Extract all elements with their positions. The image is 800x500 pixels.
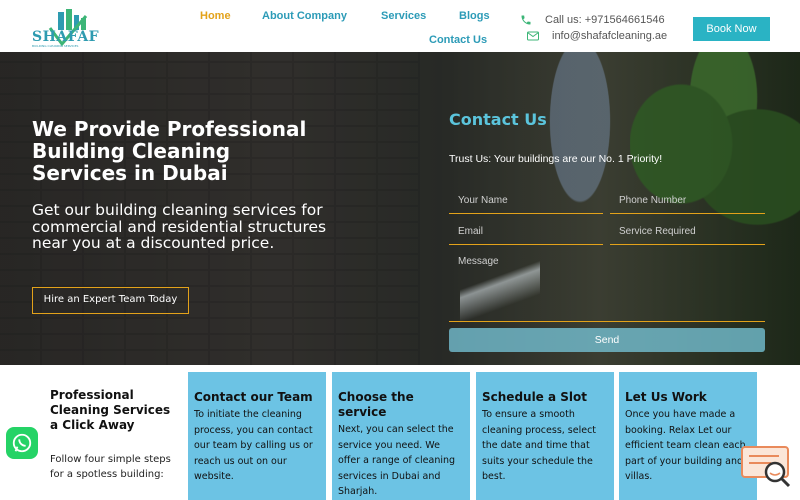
name-field[interactable] [449,188,603,214]
nav-home[interactable]: Home [200,10,231,22]
phone-icon [521,15,531,25]
site-header: SHAFAF BUILDING CLEANING SERVICES Home A… [0,0,800,52]
hero-section: We Provide Professional Building Cleanin… [0,52,800,365]
step-card-body: To ensure a smooth cleaning process, sel… [482,409,597,482]
whatsapp-icon[interactable] [6,427,38,459]
brand-tagline: BUILDING CLEANING SERVICES [32,44,79,48]
service-field[interactable] [610,219,765,245]
form-tagline: Trust Us: Your buildings are our No. 1 P… [449,153,663,165]
step-card-work: Let Us Work Once you have made a booking… [619,372,757,500]
nav-services[interactable]: Services [381,10,426,22]
trees-background [630,52,800,282]
hero-subtitle: Get our building cleaning services for c… [32,201,327,252]
send-button[interactable]: Send [449,328,765,352]
step-card-title: Schedule a Slot [482,390,588,404]
hire-expert-button[interactable]: Hire an Expert Team Today [32,287,189,314]
envelope-icon [527,31,539,41]
message-field[interactable] [449,250,765,322]
contact-phone[interactable]: Call us: +971564661546 [545,14,665,26]
step-card-choose: Choose the service Next, you can select … [332,372,470,500]
book-now-button[interactable]: Book Now [693,17,770,41]
step-card-schedule: Schedule a Slot To ensure a smooth clean… [476,372,614,500]
nav-blogs[interactable]: Blogs [459,10,490,22]
brand-name: SHAFAF [32,29,100,45]
step-card-contact: Contact our Team To initiate the cleanin… [188,372,326,500]
step-card-body: To initiate the cleaning process, you ca… [194,409,313,482]
step-card-title: Let Us Work [625,390,707,404]
contact-email[interactable]: info@shafafcleaning.ae [552,30,667,42]
hero-title: We Provide Professional Building Cleanin… [32,117,307,185]
step-card-body: Next, you can select the service you nee… [338,424,456,497]
form-title: Contact Us [449,110,547,129]
steps-intro-body: Follow four simple steps for a spotless … [50,454,171,480]
whatsapp-glyph-icon [12,433,32,453]
nav-about[interactable]: About Company [262,10,347,22]
step-card-body: Once you have made a booking. Relax Let … [625,409,746,482]
email-field[interactable] [449,219,603,245]
nav-contact[interactable]: Contact Us [429,34,487,46]
chat-search-icon[interactable] [741,446,793,490]
steps-intro-title: Professional Cleaning Services a Click A… [50,388,171,432]
step-card-title: Contact our Team [194,390,313,404]
phone-field[interactable] [610,188,765,214]
step-card-title: Choose the service [338,390,414,419]
